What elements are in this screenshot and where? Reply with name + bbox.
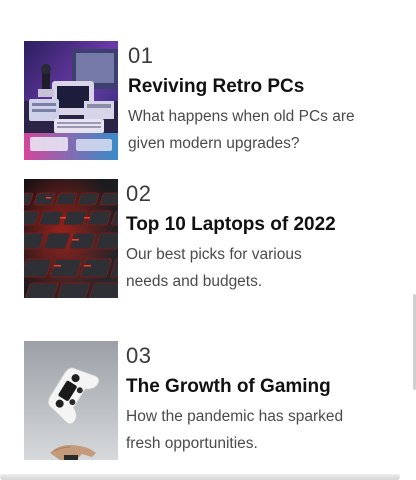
article-title[interactable]: The Growth of Gaming	[126, 375, 366, 399]
article-thumbnail-retro-pcs[interactable]	[24, 41, 118, 160]
article-number: 01	[128, 43, 154, 68]
article-description: What happens when old PCs are given mode…	[128, 108, 355, 152]
article-text-2: 02 Top 10 Laptops of 2022 Our best picks…	[126, 179, 346, 295]
article-item-2[interactable]: 02 Top 10 Laptops of 2022 Our best picks…	[24, 179, 346, 298]
article-title[interactable]: Top 10 Laptops of 2022	[126, 213, 346, 237]
article-item-3[interactable]: 03 The Growth of Gaming How the pandemic…	[24, 341, 366, 460]
horizontal-scrollbar[interactable]	[0, 474, 400, 480]
article-text-3: 03 The Growth of Gaming How the pandemic…	[126, 341, 366, 457]
article-thumbnail-laptops[interactable]	[24, 179, 118, 298]
article-number: 02	[126, 181, 152, 206]
article-title[interactable]: Reviving Retro PCs	[128, 75, 358, 99]
article-description: How the pandemic has sparked fresh oppor…	[126, 408, 344, 452]
article-number: 03	[126, 343, 152, 368]
article-list-page: 01 Reviving Retro PCs What happens when …	[0, 0, 416, 480]
article-item-1[interactable]: 01 Reviving Retro PCs What happens when …	[24, 41, 358, 160]
article-thumbnail-gaming[interactable]	[24, 341, 118, 460]
article-description: Our best picks for various needs and bud…	[126, 246, 302, 290]
article-text-1: 01 Reviving Retro PCs What happens when …	[128, 41, 358, 157]
